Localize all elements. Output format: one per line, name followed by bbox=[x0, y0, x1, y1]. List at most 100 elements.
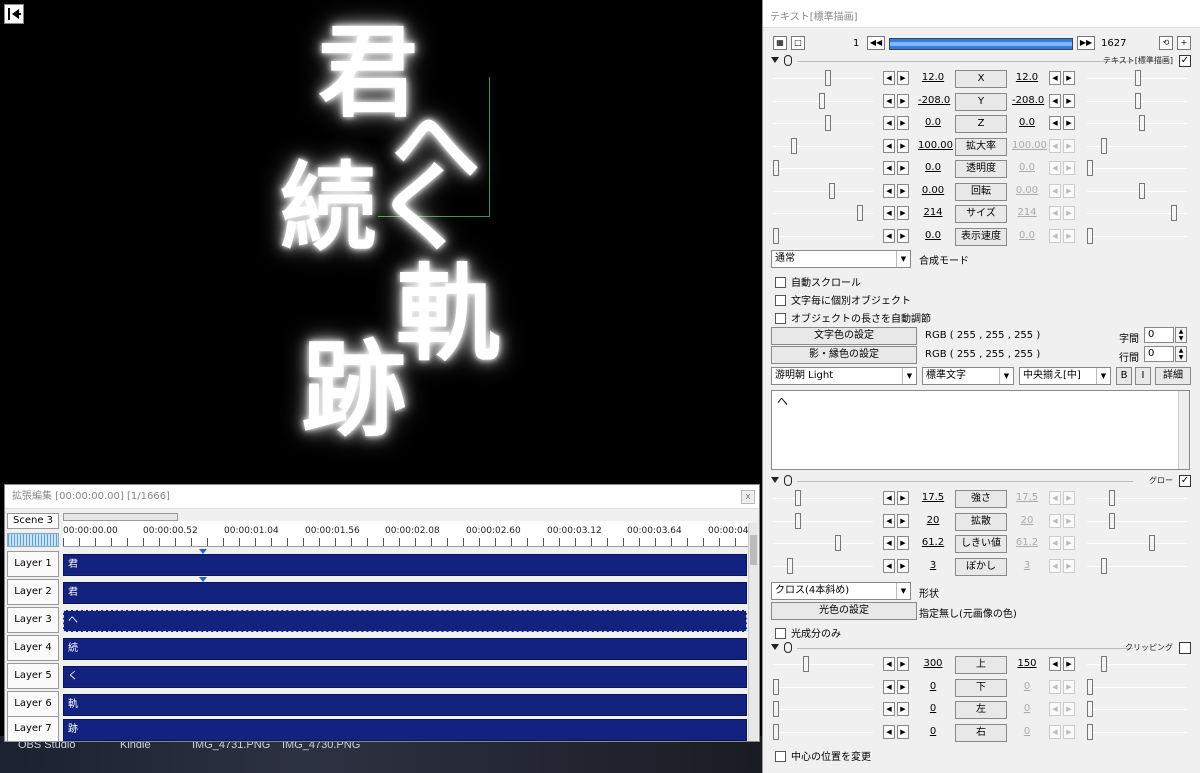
align-select[interactable]: 中央揃え[中] ▼ bbox=[1019, 367, 1111, 385]
increment-icon[interactable]: ▶ bbox=[1063, 116, 1075, 130]
decrement-icon[interactable]: ◀ bbox=[1049, 161, 1061, 175]
right-slider[interactable] bbox=[1087, 92, 1187, 109]
decrement-icon[interactable]: ◀ bbox=[1049, 116, 1061, 130]
left-slider[interactable] bbox=[773, 92, 873, 109]
increment-icon[interactable]: ▶ bbox=[897, 161, 909, 175]
next-frame-icon[interactable]: ▶▶ bbox=[1077, 36, 1095, 50]
end-value[interactable]: 0.0 bbox=[1012, 117, 1042, 128]
increment-icon[interactable]: ▶ bbox=[897, 702, 909, 716]
slider-knob[interactable] bbox=[835, 535, 841, 551]
right-slider[interactable] bbox=[1087, 182, 1187, 199]
split-icon[interactable]: ▦ bbox=[773, 36, 787, 50]
increment-icon[interactable]: ▶ bbox=[1063, 206, 1075, 220]
layer-label[interactable]: Layer 2 bbox=[7, 579, 59, 605]
slider-knob[interactable] bbox=[1101, 656, 1107, 672]
decrement-icon[interactable]: ◀ bbox=[883, 71, 895, 85]
shadow-color-button[interactable]: 影・縁色の設定 bbox=[771, 346, 917, 364]
start-value[interactable]: 0 bbox=[918, 681, 948, 692]
slider-knob[interactable] bbox=[773, 160, 779, 176]
end-value[interactable]: 0 bbox=[1012, 726, 1042, 737]
decrement-icon[interactable]: ◀ bbox=[883, 679, 895, 694]
decrement-icon[interactable]: ◀ bbox=[1049, 513, 1061, 528]
slider-knob[interactable] bbox=[1109, 490, 1115, 506]
timeline-clip[interactable]: 跡 bbox=[63, 719, 747, 741]
end-value[interactable]: 0.0 bbox=[1012, 230, 1042, 241]
start-value[interactable]: 3 bbox=[918, 560, 948, 571]
increment-icon[interactable]: ▶ bbox=[897, 206, 909, 220]
prev-frame-icon[interactable]: ◀◀ bbox=[867, 36, 885, 50]
end-value[interactable]: 20 bbox=[1012, 515, 1042, 526]
param-label-button[interactable]: Y bbox=[955, 92, 1007, 111]
increment-icon[interactable]: ▶ bbox=[1063, 702, 1075, 716]
increment-icon[interactable]: ▶ bbox=[897, 491, 909, 505]
bold-button[interactable]: B bbox=[1116, 367, 1132, 385]
left-slider[interactable] bbox=[773, 512, 873, 529]
start-value[interactable]: 17.5 bbox=[918, 492, 948, 503]
section-collapse-icon[interactable] bbox=[771, 57, 779, 63]
end-value[interactable]: 214 bbox=[1012, 207, 1042, 218]
slider-knob[interactable] bbox=[803, 656, 809, 672]
slider-knob[interactable] bbox=[1109, 512, 1115, 529]
param-label-button[interactable]: 左 bbox=[955, 701, 1007, 719]
decrement-icon[interactable]: ◀ bbox=[883, 513, 895, 528]
decrement-icon[interactable]: ◀ bbox=[1049, 657, 1061, 671]
end-value[interactable]: 0 bbox=[1012, 703, 1042, 714]
left-slider[interactable] bbox=[773, 182, 873, 199]
slider-knob[interactable] bbox=[773, 723, 779, 740]
decrement-icon[interactable]: ◀ bbox=[883, 161, 895, 175]
checkbox[interactable] bbox=[775, 628, 786, 639]
param-label-button[interactable]: Z bbox=[955, 115, 1007, 133]
slider-knob[interactable] bbox=[819, 92, 825, 109]
increment-icon[interactable]: ▶ bbox=[897, 679, 909, 694]
left-slider[interactable] bbox=[773, 723, 873, 740]
end-value[interactable]: 61.2 bbox=[1012, 537, 1042, 548]
blend-mode-select[interactable]: 通常 ▼ bbox=[771, 250, 911, 268]
right-slider[interactable] bbox=[1087, 227, 1187, 244]
checkbox[interactable] bbox=[775, 313, 786, 324]
slider-knob[interactable] bbox=[1149, 535, 1155, 551]
timeline-clip[interactable]: く bbox=[63, 666, 747, 688]
text-color-button[interactable]: 文字色の設定 bbox=[771, 327, 917, 345]
auto-length-check[interactable]: オブジェクトの長さを自動調節 bbox=[775, 310, 931, 325]
slider-knob[interactable] bbox=[1171, 205, 1177, 221]
char-spacing-input[interactable]: 0 bbox=[1144, 327, 1174, 343]
start-value[interactable]: 12.0 bbox=[918, 72, 948, 83]
start-value[interactable]: 0.00 bbox=[918, 185, 948, 196]
decrement-icon[interactable]: ◀ bbox=[1049, 679, 1061, 694]
slider-knob[interactable] bbox=[825, 115, 831, 131]
increment-icon[interactable]: ▶ bbox=[1063, 536, 1075, 550]
slider-knob[interactable] bbox=[1135, 70, 1141, 86]
increment-icon[interactable]: ▶ bbox=[1063, 93, 1075, 108]
frame-seekbar[interactable] bbox=[889, 38, 1073, 50]
right-slider[interactable] bbox=[1087, 137, 1187, 154]
center-change-check[interactable]: 中心の位置を変更 bbox=[775, 748, 871, 763]
layer-label[interactable]: Layer 7 bbox=[7, 716, 59, 742]
start-value[interactable]: 61.2 bbox=[918, 537, 948, 548]
left-slider[interactable] bbox=[773, 205, 873, 221]
checkbox[interactable] bbox=[775, 295, 786, 306]
light-color-button[interactable]: 光色の設定 bbox=[771, 602, 917, 620]
end-value[interactable]: 150 bbox=[1012, 658, 1042, 669]
start-value[interactable]: -208.0 bbox=[918, 95, 950, 106]
increment-icon[interactable]: ▶ bbox=[897, 513, 909, 528]
increment-icon[interactable]: ▶ bbox=[897, 116, 909, 130]
slider-knob[interactable] bbox=[795, 512, 801, 529]
left-slider[interactable] bbox=[773, 137, 873, 154]
scene-button[interactable]: Scene 3 bbox=[7, 513, 59, 529]
textarea-scrollbar[interactable] bbox=[1178, 391, 1189, 469]
param-label-button[interactable]: 表示速度 bbox=[955, 227, 1007, 246]
slider-knob[interactable] bbox=[795, 490, 801, 506]
param-label-button[interactable]: 透明度 bbox=[955, 160, 1007, 178]
section-collapse-icon[interactable] bbox=[771, 644, 779, 650]
slider-knob[interactable] bbox=[1139, 115, 1145, 131]
timeline-clip-selected[interactable]: へ bbox=[63, 610, 747, 632]
start-value[interactable]: 0.0 bbox=[918, 162, 948, 173]
decrement-icon[interactable]: ◀ bbox=[1049, 71, 1061, 85]
left-slider[interactable] bbox=[773, 115, 873, 131]
light-only-check[interactable]: 光成分のみ bbox=[775, 625, 841, 640]
section-header-clipping[interactable]: クリッピング bbox=[769, 641, 1193, 655]
section-enable-checkbox[interactable]: ✓ bbox=[1179, 55, 1191, 67]
right-slider[interactable] bbox=[1087, 701, 1187, 717]
decrement-icon[interactable]: ◀ bbox=[883, 206, 895, 220]
param-label-button[interactable]: 回転 bbox=[955, 182, 1007, 201]
